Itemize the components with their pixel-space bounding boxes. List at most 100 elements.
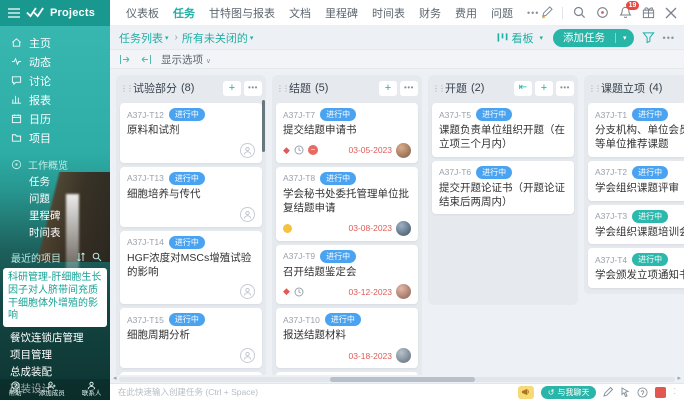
pen-small-icon[interactable] bbox=[603, 387, 613, 397]
task-card[interactable]: A37J-T10进行中 报送结题材料 03-18-2023 bbox=[276, 308, 418, 368]
tab-timesheet[interactable]: 时间表 bbox=[372, 5, 405, 21]
task-card[interactable]: A37J-T13进行中 细胞培养与传代 bbox=[120, 167, 262, 227]
add-card-button[interactable]: + bbox=[535, 81, 553, 96]
task-card[interactable]: A37J-T1进行中 分支机构、单位会员、园区等单位推荐课题 bbox=[588, 103, 684, 157]
task-card[interactable]: A37J-T4进行中 学会颁发立项通知书 bbox=[588, 248, 684, 288]
assignee-avatar[interactable] bbox=[396, 284, 411, 299]
task-card[interactable]: A37J-T11进行中 中国教育协会批复结题，颁发结题证书 bbox=[276, 372, 418, 375]
sidebar-item-reports[interactable]: 报表 bbox=[0, 90, 110, 109]
assignee-avatar[interactable] bbox=[396, 348, 411, 363]
sidebar-item-projects[interactable]: 项目 bbox=[0, 128, 110, 147]
sort-icon[interactable] bbox=[76, 252, 86, 262]
hamburger-menu-icon[interactable] bbox=[8, 8, 20, 18]
tab-issues[interactable]: 问题 bbox=[491, 5, 513, 21]
feedback-widget-icon[interactable] bbox=[655, 387, 666, 398]
gift-icon[interactable] bbox=[641, 6, 655, 20]
sidebar-footer-add-member[interactable]: 添加成员 bbox=[39, 381, 65, 397]
column-scrollbar[interactable] bbox=[262, 100, 265, 152]
column-more-button[interactable]: ••• bbox=[556, 81, 574, 96]
sidebar-footer-contacts[interactable]: 联系人 bbox=[82, 381, 102, 397]
drag-handle-icon[interactable]: ⋮⋮ bbox=[276, 84, 285, 93]
project-item[interactable]: 餐饮连锁店管理 bbox=[0, 329, 110, 346]
add-card-button[interactable]: + bbox=[379, 81, 397, 96]
sidebar-item-discussion[interactable]: 讨论 bbox=[0, 71, 110, 90]
assignee-avatar-placeholder[interactable] bbox=[240, 284, 255, 299]
sidebar-footer-help[interactable]: 帮助 bbox=[9, 381, 22, 397]
tab-expense[interactable]: 费用 bbox=[455, 5, 477, 21]
assignee-avatar-placeholder[interactable] bbox=[240, 207, 255, 222]
scroll-left-arrow[interactable]: ◂ bbox=[113, 376, 117, 382]
sidebar-item-tasks[interactable]: 任务 bbox=[0, 173, 110, 190]
question-circle-icon[interactable] bbox=[637, 387, 648, 398]
assignee-avatar[interactable] bbox=[396, 221, 411, 236]
task-card[interactable]: A37J-T7进行中 提交结题申请书 ◆ − 03-05-2023 bbox=[276, 103, 418, 163]
task-id: A37J-T7 bbox=[283, 110, 315, 120]
toolbar-more-button[interactable]: ••• bbox=[663, 33, 675, 43]
task-card[interactable]: A37J-T6进行中 提交开题论证书（开题论证结束后两周内） bbox=[432, 161, 574, 215]
tab-docs[interactable]: 文档 bbox=[289, 5, 311, 21]
task-title: 提交开题论证书（开题论证结束后两周内） bbox=[439, 182, 567, 210]
task-card[interactable]: A37J-T9进行中 召开结题鉴定会 ◆ 03-12-2023 bbox=[276, 245, 418, 305]
chevron-down-icon[interactable]: ▾ bbox=[165, 34, 169, 42]
collapse-left-icon[interactable] bbox=[140, 54, 152, 65]
tab-gantt-reports[interactable]: 甘特图与报表 bbox=[209, 5, 275, 21]
project-item[interactable]: 项目管理 bbox=[0, 346, 110, 363]
widget-drag-handle[interactable]: ⁚ bbox=[673, 390, 676, 394]
assignee-avatar[interactable] bbox=[396, 143, 411, 158]
add-task-button[interactable]: 添加任务 ▾ bbox=[553, 29, 634, 47]
add-card-button[interactable]: + bbox=[223, 81, 241, 96]
add-task-dropdown-icon[interactable]: ▾ bbox=[616, 34, 634, 42]
project-item[interactable]: 总成装配 bbox=[0, 363, 110, 380]
sidebar-item-home[interactable]: 主页 bbox=[0, 33, 110, 52]
tab-tasks[interactable]: 任务 bbox=[173, 5, 195, 21]
search-projects-icon[interactable] bbox=[92, 252, 102, 262]
project-item-active[interactable]: 科研管理-肝细胞生长因子对人脐带间充质干细胞体外增殖的影响 bbox=[3, 268, 107, 327]
task-card[interactable]: A37J-T16进行中 Western blot检测 bbox=[120, 372, 262, 375]
tab-milestones[interactable]: 里程碑 bbox=[325, 5, 358, 21]
scrollbar-track[interactable] bbox=[119, 377, 676, 382]
collapse-column-button[interactable]: ⇤ bbox=[514, 81, 532, 96]
help-target-icon[interactable] bbox=[595, 6, 609, 20]
sidebar-item-milestones[interactable]: 里程碑 bbox=[0, 207, 110, 224]
tab-dashboard[interactable]: 仪表板 bbox=[126, 5, 159, 21]
sidebar-section-work-overview[interactable]: 工作概览 bbox=[0, 156, 110, 173]
chat-with-me-button[interactable]: ↺ 与我聊天 bbox=[541, 386, 597, 399]
task-card[interactable]: A37J-T14进行中 HGF浓度对MSCs增殖试验的影响 bbox=[120, 231, 262, 305]
assignee-avatar-placeholder[interactable] bbox=[240, 348, 255, 363]
task-card[interactable]: A37J-T2进行中 学会组织课题评审 bbox=[588, 161, 684, 201]
assignee-avatar-placeholder[interactable] bbox=[240, 143, 255, 158]
collapse-right-icon[interactable] bbox=[119, 54, 131, 65]
tools-icon[interactable] bbox=[664, 6, 678, 20]
task-card[interactable]: A37J-T8进行中 学会秘书处委托管理单位批复结题申请 03-08-2023 bbox=[276, 167, 418, 241]
sidebar-item-timesheet[interactable]: 时间表 bbox=[0, 224, 110, 241]
breadcrumb-filter-all-open[interactable]: 所有未关闭的 bbox=[182, 30, 248, 46]
notification-bell-icon[interactable]: 19 bbox=[618, 6, 632, 20]
scroll-right-arrow[interactable]: ▸ bbox=[677, 376, 681, 382]
sidebar-item-issues[interactable]: 问题 bbox=[0, 190, 110, 207]
app-logo-icon[interactable] bbox=[26, 7, 44, 18]
drag-handle-icon[interactable]: ⋮⋮ bbox=[120, 84, 129, 93]
task-card[interactable]: A37J-T15进行中 细胞周期分析 bbox=[120, 308, 262, 368]
cursor-icon[interactable] bbox=[620, 387, 630, 397]
announcement-icon[interactable] bbox=[518, 386, 534, 399]
task-card[interactable]: A37J-T12进行中 原料和试剂 bbox=[120, 103, 262, 163]
tab-finance[interactable]: 财务 bbox=[419, 5, 441, 21]
pen-icon[interactable] bbox=[539, 6, 553, 20]
drag-handle-icon[interactable]: ⋮⋮ bbox=[588, 84, 597, 93]
task-card[interactable]: A37J-T5进行中 课题负责单位组织开题（在立项三个月内） bbox=[432, 103, 574, 157]
breadcrumb-task-list[interactable]: 任务列表 bbox=[119, 30, 163, 46]
drag-handle-icon[interactable]: ⋮⋮ bbox=[432, 84, 441, 93]
column-more-button[interactable]: ••• bbox=[400, 81, 418, 96]
task-card[interactable]: A37J-T3进行中 学会组织课题培训会 bbox=[588, 205, 684, 245]
display-options-button[interactable]: 显示选项 ∨ bbox=[161, 52, 211, 67]
column-more-button[interactable]: ••• bbox=[244, 81, 262, 96]
quick-create-input[interactable]: 在此快速输入创建任务 (Ctrl + Space) bbox=[118, 386, 258, 398]
scrollbar-thumb[interactable] bbox=[330, 377, 475, 382]
search-icon[interactable] bbox=[572, 6, 586, 20]
filter-icon[interactable] bbox=[642, 31, 655, 44]
sidebar-item-calendar[interactable]: 日历 bbox=[0, 109, 110, 128]
view-switcher-kanban[interactable]: 看板 ▾ bbox=[497, 30, 546, 46]
sidebar-item-activity[interactable]: 动态 bbox=[0, 52, 110, 71]
tabs-more-button[interactable]: ••• bbox=[527, 8, 539, 18]
chevron-down-icon[interactable]: ▾ bbox=[250, 34, 254, 42]
